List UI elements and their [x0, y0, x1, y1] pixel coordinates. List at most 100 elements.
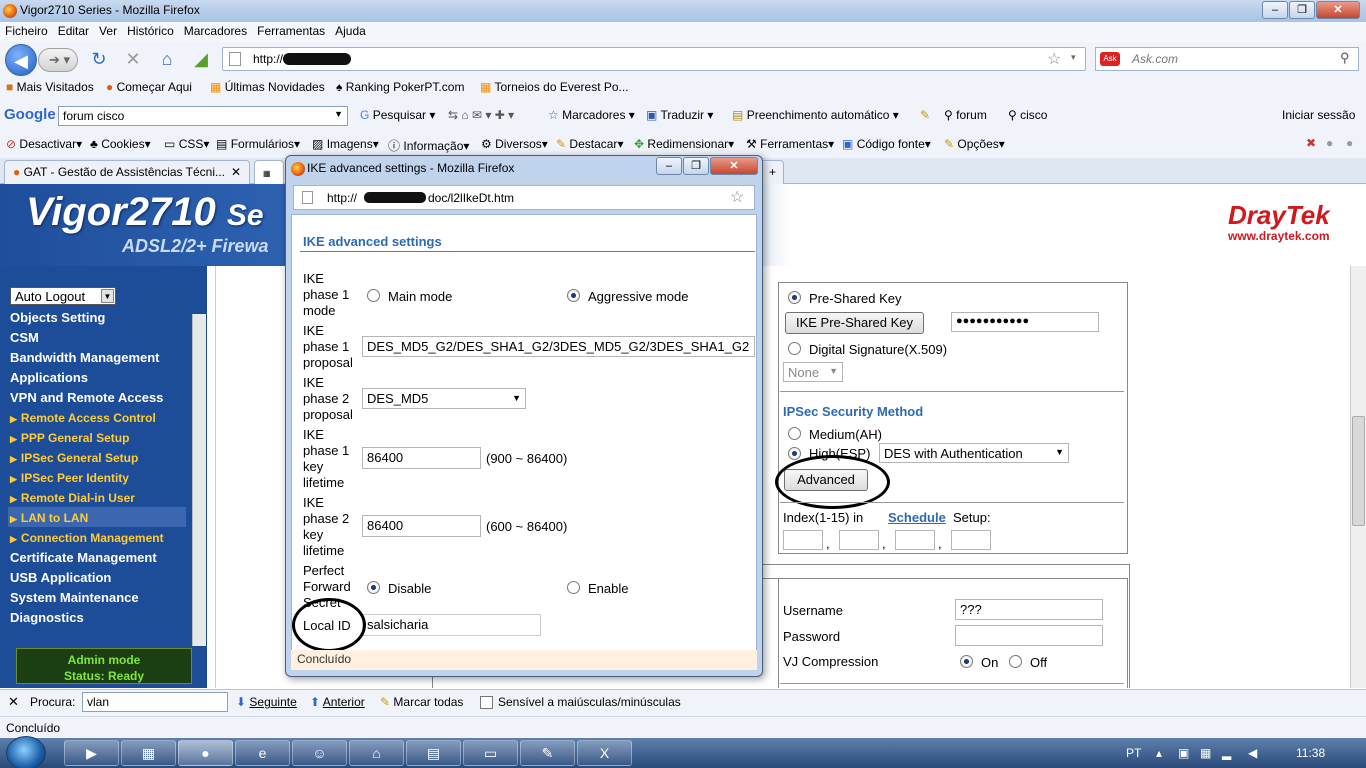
toolbar-close-icon[interactable]: ✖ — [1306, 136, 1316, 150]
wd-desactivar[interactable]: ⊘ Desactivar▾ — [6, 137, 82, 151]
phase2-lifetime-input[interactable]: 86400 — [362, 515, 481, 537]
star-icon[interactable]: ☆ — [1047, 49, 1061, 69]
popup-minimize-button[interactable]: – — [656, 157, 682, 175]
sidebar-item-certificate[interactable]: Certificate Management — [10, 550, 157, 565]
menu-ferramentas[interactable]: Ferramentas — [252, 22, 330, 40]
phase1-proposal-select[interactable]: DES_MD5_G2/DES_SHA1_G2/3DES_MD5_G2/3DES_… — [362, 336, 755, 357]
schedule-index-2[interactable] — [839, 530, 879, 550]
sidebar-sub-remote-access[interactable]: ▶ Remote Access Control — [10, 411, 156, 425]
bookmark-torneios-everest[interactable]: ▦ Torneios do Everest Po... — [480, 80, 629, 94]
wd-informacao[interactable]: ⓘ Informação▾ — [388, 137, 469, 154]
sidebar-item-csm[interactable]: CSM — [10, 330, 39, 345]
messenger-icon[interactable]: ☺ — [292, 740, 347, 766]
schedule-index-3[interactable] — [895, 530, 935, 550]
iniciar-sessao-link[interactable]: Iniciar sessão — [1282, 108, 1355, 122]
wd-ferramentas[interactable]: ⚒ Ferramentas▾ — [746, 137, 834, 151]
auto-logout-select[interactable]: Auto Logout ▼ — [10, 287, 116, 305]
digital-signature-radio[interactable] — [788, 342, 801, 355]
schedule-index-4[interactable] — [951, 530, 991, 550]
media-player-icon[interactable]: ▶ — [64, 740, 119, 766]
wd-css[interactable]: ▭ CSS▾ — [164, 137, 209, 151]
menu-ajuda[interactable]: Ajuda — [330, 22, 371, 40]
back-button[interactable]: ◀ — [5, 44, 37, 76]
find-input[interactable]: vlan — [82, 692, 228, 712]
pesquisar-button[interactable]: G Pesquisar ▾ — [360, 108, 435, 122]
phase1-lifetime-input[interactable]: 86400 — [362, 447, 481, 469]
tray-signal-icon[interactable]: ▂ — [1222, 746, 1231, 760]
highlight-all-button[interactable]: ✎ Marcar todas — [380, 695, 463, 709]
sidebar-item-applications[interactable]: Applications — [10, 370, 88, 385]
forum-button[interactable]: ⚲ forum — [944, 108, 987, 122]
close-button[interactable]: ✕ — [1316, 1, 1360, 19]
sidebar-sub-dialin[interactable]: ▶ Remote Dial-in User — [10, 491, 135, 505]
google-search-input[interactable]: forum cisco ▼ — [58, 106, 348, 126]
pfs-enable-radio[interactable] — [567, 581, 580, 594]
vj-off-radio[interactable] — [1009, 655, 1022, 668]
cisco-button[interactable]: ⚲ cisco — [1008, 108, 1047, 122]
bookmark-ranking-pokerpt[interactable]: ♠ Ranking PokerPT.com — [336, 80, 464, 94]
medium-ah-radio[interactable] — [788, 427, 801, 440]
home-icon[interactable]: ⌂ — [156, 48, 178, 70]
tab-gat[interactable]: ● GAT - Gestão de Assistências Técni... … — [4, 160, 250, 184]
sidebar-sub-connection[interactable]: ▶ Connection Management — [10, 531, 164, 545]
wd-diversos[interactable]: ⚙ Diversos▾ — [481, 137, 548, 151]
none-select[interactable]: None ▼ — [783, 362, 843, 382]
tray-volume-icon[interactable]: ◀ — [1248, 746, 1257, 760]
ike-psk-button[interactable]: IKE Pre-Shared Key — [785, 312, 924, 334]
wd-cookies[interactable]: ♣ Cookies▾ — [90, 137, 151, 151]
network-app-icon[interactable]: ⌂ — [349, 740, 404, 766]
high-esp-radio[interactable] — [788, 447, 801, 460]
sidebar-item-maintenance[interactable]: System Maintenance — [10, 590, 139, 605]
sync-icon[interactable]: ◢ — [190, 48, 212, 70]
wd-imagens[interactable]: ▨ Imagens▾ — [312, 137, 379, 151]
wd-destacar[interactable]: ✎ Destacar▾ — [556, 137, 623, 151]
close-icon[interactable]: ✕ — [8, 694, 19, 710]
bookmark-ultimas-novidades[interactable]: ▦ Últimas Novidades — [210, 80, 325, 94]
scrollbar-thumb[interactable] — [1352, 416, 1365, 526]
popup-url-bar[interactable]: http:// doc/l2lIkeDt.htm ☆ — [293, 185, 755, 210]
psk-input[interactable]: ●●●●●●●●●●● — [951, 312, 1099, 332]
reload-icon[interactable]: ↻ — [88, 48, 110, 70]
marcadores-button[interactable]: ☆ Marcadores ▾ — [548, 108, 635, 122]
local-id-input[interactable]: salsicharia — [362, 614, 541, 636]
main-mode-radio[interactable] — [367, 289, 380, 302]
excel-icon[interactable]: X — [577, 740, 632, 766]
pencil-icon[interactable]: ✎ — [920, 108, 930, 122]
bookmark-comecar-aqui[interactable]: ● Começar Aqui — [106, 80, 192, 94]
sidebar-sub-ipsec-peer[interactable]: ▶ IPSec Peer Identity — [10, 471, 129, 485]
sidebar-item-usb[interactable]: USB Application — [10, 570, 111, 585]
match-case-checkbox[interactable] — [480, 696, 493, 709]
pre-shared-key-radio[interactable] — [788, 291, 801, 304]
ie-icon[interactable]: e — [235, 740, 290, 766]
popup-close-button[interactable]: ✕ — [710, 157, 758, 175]
tray-arrow-icon[interactable]: ▴ — [1156, 746, 1162, 760]
sidebar-sub-ipsec-general[interactable]: ▶ IPSec General Setup — [10, 451, 138, 465]
find-prev-button[interactable]: ⬆ Anterior — [310, 695, 365, 709]
menu-historico[interactable]: Histórico — [122, 22, 179, 40]
star-icon[interactable]: ☆ — [730, 187, 744, 207]
url-dropdown-icon[interactable]: ▾ — [1071, 52, 1076, 63]
sidebar-item-objects[interactable]: Objects Setting — [10, 310, 105, 325]
esp-select[interactable]: DES with Authentication ▼ — [879, 443, 1069, 463]
search-box[interactable]: Ask Ask.com ⚲ — [1095, 47, 1359, 71]
sidebar-sub-lan-to-lan[interactable]: ▶ LAN to LAN — [10, 511, 88, 525]
schedule-link[interactable]: Schedule — [888, 510, 946, 525]
traduzir-button[interactable]: ▣ Traduzir ▾ — [646, 108, 713, 122]
sidebar-item-diagnostics[interactable]: Diagnostics — [10, 610, 84, 625]
new-tab-button[interactable]: + — [760, 160, 784, 184]
sidebar-sub-ppp[interactable]: ▶ PPP General Setup — [10, 431, 129, 445]
forward-button[interactable]: ➔ ▾ — [38, 48, 78, 72]
start-button[interactable] — [6, 736, 46, 768]
bookmark-mais-visitados[interactable]: ■ Mais Visitados — [6, 80, 94, 94]
toolbar-icons[interactable]: ⇆ ⌂ ✉ ▾ ✚ ▾ — [448, 108, 514, 122]
pfs-disable-radio[interactable] — [367, 581, 380, 594]
menu-ver[interactable]: Ver — [94, 22, 122, 40]
close-tab-icon[interactable]: ✕ — [231, 165, 241, 179]
stop-icon[interactable]: ✕ — [122, 48, 144, 70]
menu-editar[interactable]: Editar — [53, 22, 94, 40]
clock[interactable]: 11:38 — [1296, 746, 1325, 760]
tray-device-icon[interactable]: ▦ — [1200, 746, 1211, 760]
wd-opcoes[interactable]: ✎ Opções▾ — [944, 137, 1005, 151]
tab-vigor[interactable]: ▦ — [254, 160, 284, 184]
tray-network-icon[interactable]: ▣ — [1178, 746, 1189, 760]
